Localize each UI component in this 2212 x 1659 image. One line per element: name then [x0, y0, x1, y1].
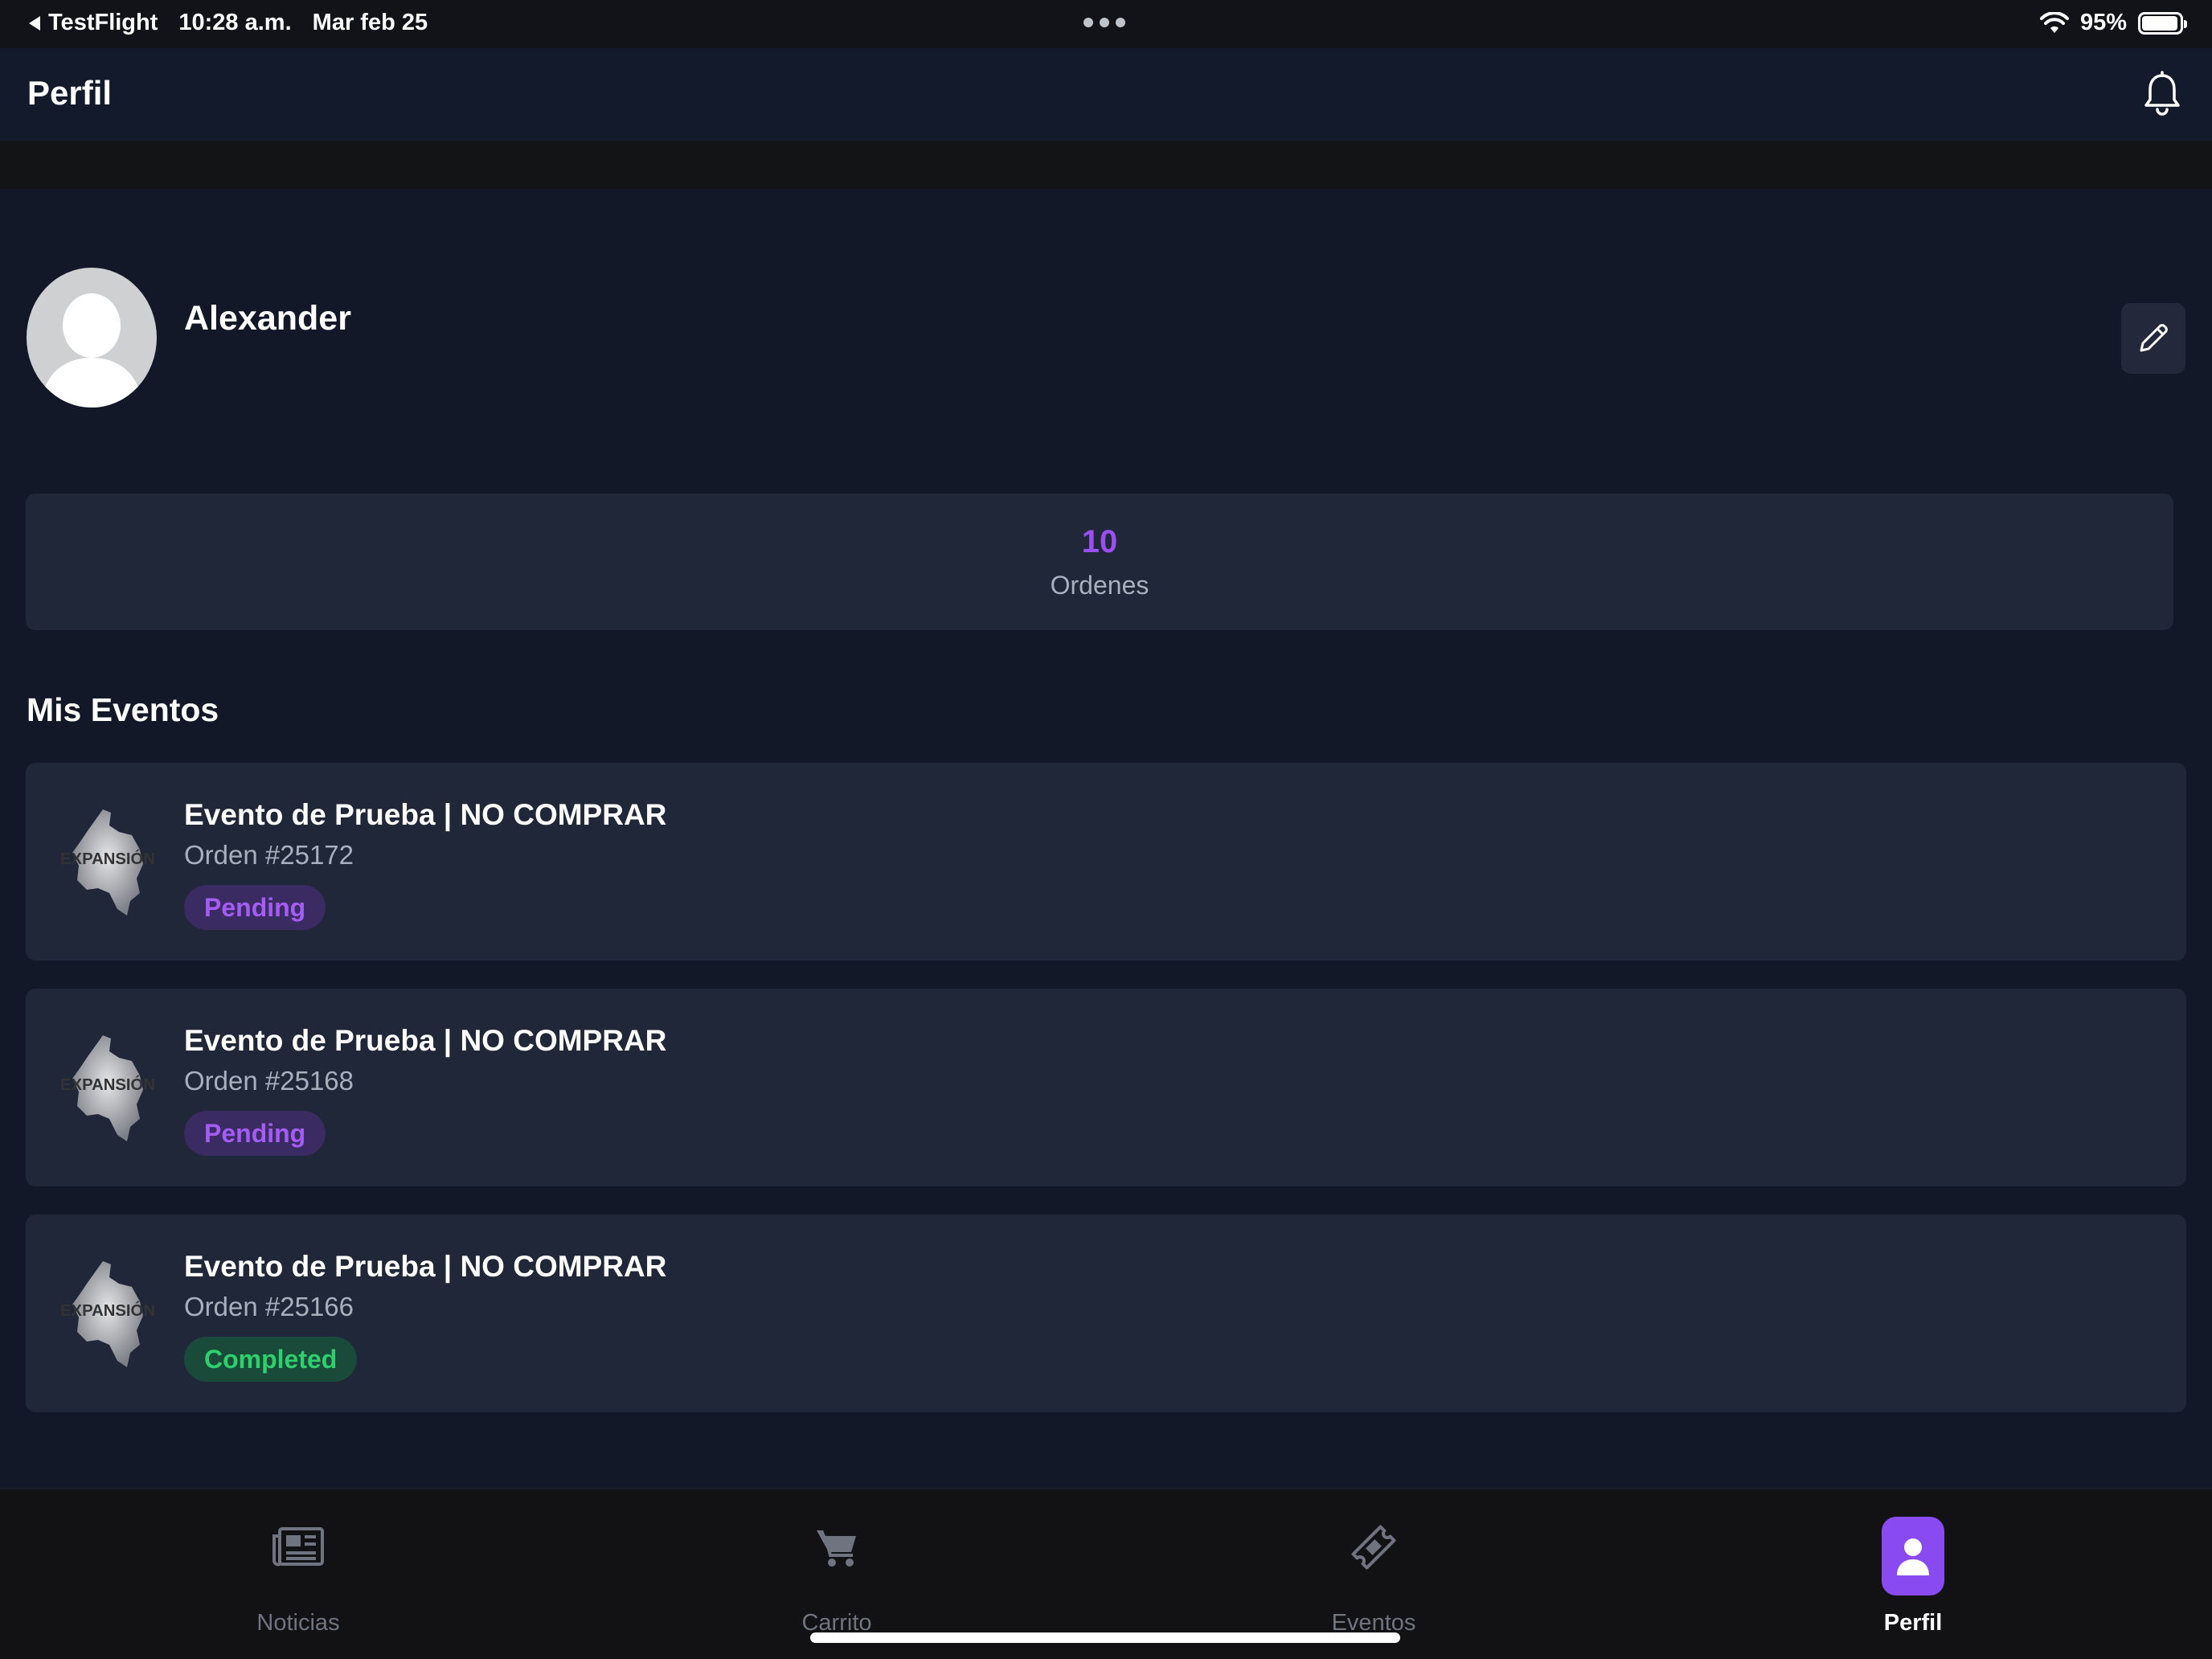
event-thumbnail: EXPANSIÓN: [60, 809, 155, 916]
status-bar-left: TestFlight 10:28 a.m. Mar feb 25: [29, 10, 428, 36]
home-indicator[interactable]: [810, 1632, 1400, 1643]
battery-fill: [2142, 15, 2177, 31]
tab-label: Perfil: [1883, 1610, 1943, 1636]
tab-label: Noticias: [256, 1610, 340, 1636]
user-icon: [1882, 1517, 1944, 1596]
event-card[interactable]: EXPANSIÓN Evento de Prueba | NO COMPRAR …: [26, 1215, 2186, 1412]
back-app-label: TestFlight: [48, 10, 158, 35]
battery-icon: [2138, 11, 2187, 35]
pencil-icon: [2140, 324, 2168, 352]
status-date: Mar feb 25: [312, 10, 428, 35]
event-thumb-text: EXPANSIÓN: [60, 1301, 155, 1320]
user-silhouette-icon: [41, 293, 142, 408]
wifi-icon: [2039, 11, 2069, 33]
event-card[interactable]: EXPANSIÓN Evento de Prueba | NO COMPRAR …: [26, 763, 2186, 961]
ticket-icon: [1342, 1515, 1406, 1579]
section-title-mis-eventos: Mis Eventos: [27, 691, 219, 728]
status-badge: Pending: [184, 885, 326, 930]
event-order-number: Orden #25172: [184, 840, 354, 870]
event-thumb-text: EXPANSIÓN: [60, 1075, 155, 1094]
orders-stat-card[interactable]: 10 Ordenes: [26, 494, 2173, 630]
avatar: [27, 268, 157, 408]
status-time: 10:28 a.m.: [178, 10, 292, 35]
event-order-number: Orden #25168: [184, 1066, 354, 1096]
event-thumb-text: EXPANSIÓN: [60, 849, 155, 868]
event-title: Evento de Prueba | NO COMPRAR: [184, 1250, 667, 1283]
orders-count: 10: [1081, 524, 1118, 559]
event-order-number: Orden #25166: [184, 1292, 354, 1321]
orders-label: Ordenes: [1050, 571, 1149, 600]
event-thumbnail: EXPANSIÓN: [60, 1035, 155, 1141]
edit-profile-button[interactable]: [2121, 303, 2185, 374]
multitasking-dots-icon[interactable]: [1083, 18, 1125, 27]
status-badge: Pending: [184, 1111, 326, 1156]
event-title: Evento de Prueba | NO COMPRAR: [184, 798, 667, 831]
event-card[interactable]: EXPANSIÓN Evento de Prueba | NO COMPRAR …: [26, 989, 2186, 1186]
back-arrow-icon: [29, 15, 40, 31]
battery-percent: 95%: [2079, 10, 2127, 35]
event-title: Evento de Prueba | NO COMPRAR: [184, 1024, 667, 1057]
back-to-app-button[interactable]: TestFlight: [29, 10, 158, 36]
cart-icon: [805, 1515, 869, 1579]
tab-noticias[interactable]: Noticias: [178, 1489, 419, 1659]
status-bar-right: 95%: [2039, 10, 2187, 36]
status-bar: TestFlight 10:28 a.m. Mar feb 25 95%: [0, 0, 2212, 48]
profile-screen: TestFlight 10:28 a.m. Mar feb 25 95% Per…: [0, 0, 2212, 1659]
newspaper-icon: [266, 1515, 330, 1579]
status-badge: Completed: [184, 1337, 358, 1382]
page-title: Perfil: [27, 74, 113, 112]
profile-name: Alexander: [184, 299, 351, 338]
tab-perfil[interactable]: Perfil: [1792, 1489, 2034, 1659]
event-thumbnail: EXPANSIÓN: [60, 1261, 155, 1367]
app-header: Perfil: [0, 48, 2212, 141]
header-separator: [0, 141, 2212, 189]
bell-icon[interactable]: [2136, 69, 2188, 121]
